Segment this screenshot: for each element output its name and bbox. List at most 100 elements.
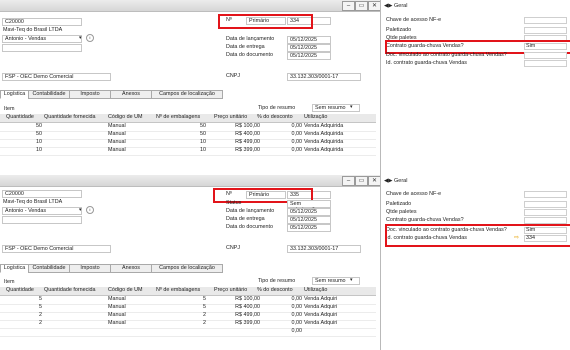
row-usage[interactable]: Venda Adquirida [304, 147, 343, 154]
row-packages[interactable]: 10 [200, 139, 206, 146]
tab-anexos[interactable]: Anexos [110, 90, 152, 99]
row-packages[interactable]: 2 [203, 312, 206, 319]
row-price[interactable]: R$ 399,00 [235, 147, 260, 154]
contact-person-dropdown[interactable]: Antonio - Vendas [2, 207, 82, 215]
col-n-embalagens[interactable]: Nº de embalagens [156, 114, 200, 121]
tab-logistica[interactable]: Logística [0, 90, 29, 99]
row-price[interactable]: R$ 100,00 [235, 123, 260, 130]
row-price[interactable]: R$ 100,00 [235, 296, 260, 303]
row-uom[interactable]: Manual [108, 312, 126, 319]
row-delivered[interactable]: 10 [36, 139, 42, 146]
cnpj-field[interactable]: 33.132.303/0001-17 [287, 73, 361, 81]
row-uom[interactable]: Manual [108, 123, 126, 130]
rp-field-doc-vinculado[interactable] [524, 52, 567, 59]
row-packages[interactable]: 5 [203, 304, 206, 311]
col-codigo-um[interactable]: Código de UM [108, 287, 142, 294]
row-usage[interactable]: Venda Adquirida [304, 139, 343, 146]
col-desconto[interactable]: % do desconto [257, 114, 293, 121]
row-packages[interactable]: 5 [203, 296, 206, 303]
rp-field-paletizado[interactable] [524, 201, 567, 208]
tab-contabilidade[interactable]: Contabilidade [28, 264, 70, 273]
row-usage[interactable]: Venda Adquiri [304, 312, 337, 319]
cnpj-field[interactable]: 33.132.303/0001-17 [287, 245, 361, 253]
maximize-button[interactable]: ▭ [355, 176, 368, 186]
row-quantity[interactable]: 5 [39, 296, 42, 303]
row-packages[interactable]: 10 [200, 147, 206, 154]
minimize-button[interactable]: – [342, 176, 355, 186]
row-packages[interactable]: 50 [200, 131, 206, 138]
rp-field-qtde-paletes[interactable] [524, 209, 567, 216]
row-uom[interactable]: Manual [108, 139, 126, 146]
row-quantity[interactable]: 2 [39, 312, 42, 319]
panel-nav[interactable]: ◀▶ Geral [384, 178, 407, 184]
row-uom[interactable]: Manual [108, 131, 126, 138]
tab-campos-localizacao[interactable]: Campos de localização [151, 90, 223, 99]
posting-date-field[interactable]: 05/12/2025 [287, 208, 331, 216]
row-discount[interactable]: 0,00 [292, 131, 303, 138]
col-codigo-um[interactable]: Código de UM [108, 114, 142, 121]
info-icon[interactable]: i [86, 34, 94, 42]
maximize-button[interactable]: ▭ [355, 1, 368, 11]
row-discount[interactable]: 0,00 [292, 123, 303, 130]
customer-code-field[interactable]: C20000 [2, 190, 82, 198]
row-discount[interactable]: 0,00 [292, 320, 303, 327]
status-field[interactable]: Sem autorização [287, 200, 331, 213]
rp-field-chave[interactable] [524, 17, 567, 24]
reference-field[interactable] [2, 44, 82, 52]
col-n-embalagens[interactable]: Nº de embalagens [156, 287, 200, 294]
tab-contabilidade[interactable]: Contabilidade [28, 90, 70, 99]
tab-imposto[interactable]: Imposto [69, 90, 111, 99]
row-delivered[interactable]: 50 [36, 131, 42, 138]
row-discount[interactable]: 0,00 [292, 312, 303, 319]
row-usage[interactable]: Venda Adquirida [304, 123, 343, 130]
row-price[interactable]: R$ 400,00 [235, 131, 260, 138]
tab-campos-localizacao[interactable]: Campos de localização [151, 264, 223, 273]
row-quantity[interactable]: 5 [39, 304, 42, 311]
tab-imposto[interactable]: Imposto [69, 264, 111, 273]
row-price[interactable]: R$ 400,00 [235, 304, 260, 311]
chevron-down-icon[interactable]: ▾ [79, 207, 82, 213]
rp-field-paletizado[interactable] [524, 27, 567, 34]
panel-nav[interactable]: ◀▶ Geral [384, 3, 407, 9]
reference-field[interactable] [2, 216, 82, 224]
rp-field-contrato[interactable] [524, 217, 567, 224]
next-record-icon[interactable]: ▶ [388, 178, 392, 184]
col-preco-unitario[interactable]: Preço unitário [214, 114, 247, 121]
col-quantidade[interactable]: Quantidade [6, 114, 34, 121]
delivery-date-field[interactable]: 05/12/2025 [287, 44, 331, 52]
col-preco-unitario[interactable]: Preço unitário [214, 287, 247, 294]
branch-field[interactable]: FSP - OEC Demo Comercial [2, 73, 111, 81]
col-utilizacao[interactable]: Utilização [304, 114, 327, 121]
col-quantidade[interactable]: Quantidade [6, 287, 34, 294]
row-discount[interactable]: 0,00 [292, 296, 303, 303]
row-usage[interactable]: Venda Adquirida [304, 131, 343, 138]
row-usage[interactable]: Venda Adquiri [304, 296, 337, 303]
row-quantity[interactable]: 2 [39, 320, 42, 327]
row-discount[interactable]: 0,00 [292, 304, 303, 311]
row-price[interactable]: R$ 499,00 [235, 312, 260, 319]
document-date-field[interactable]: 05/12/2025 [287, 224, 331, 232]
minimize-button[interactable]: – [342, 1, 355, 11]
row-delivered[interactable]: 50 [36, 123, 42, 130]
row-uom[interactable]: Manual [108, 296, 126, 303]
row-price[interactable]: R$ 499,00 [235, 139, 260, 146]
row-packages[interactable]: 2 [203, 320, 206, 327]
tab-anexos[interactable]: Anexos [110, 264, 152, 273]
branch-field[interactable]: FSP - OEC Demo Comercial [2, 245, 111, 253]
col-quantidade-fornecida[interactable]: Quantidade fornecida [44, 114, 96, 121]
next-record-icon[interactable]: ▶ [388, 3, 392, 9]
rp-field-chave[interactable] [524, 191, 567, 198]
tab-logistica[interactable]: Logística [0, 264, 29, 273]
info-icon[interactable]: i [86, 206, 94, 214]
customer-code-field[interactable]: C20000 [2, 18, 82, 26]
row-delivered[interactable]: 10 [36, 147, 42, 154]
posting-date-field[interactable]: 05/12/2025 [287, 36, 331, 44]
document-date-field[interactable]: 05/12/2025 [287, 52, 331, 60]
delivery-date-field[interactable]: 05/12/2025 [287, 216, 331, 224]
row-packages[interactable]: 50 [200, 123, 206, 130]
col-utilizacao[interactable]: Utilização [304, 287, 327, 294]
row-usage[interactable]: Venda Adquiri [304, 320, 337, 327]
row-price[interactable]: R$ 399,00 [235, 320, 260, 327]
row-uom[interactable]: Manual [108, 147, 126, 154]
col-quantidade-fornecida[interactable]: Quantidade fornecida [44, 287, 96, 294]
